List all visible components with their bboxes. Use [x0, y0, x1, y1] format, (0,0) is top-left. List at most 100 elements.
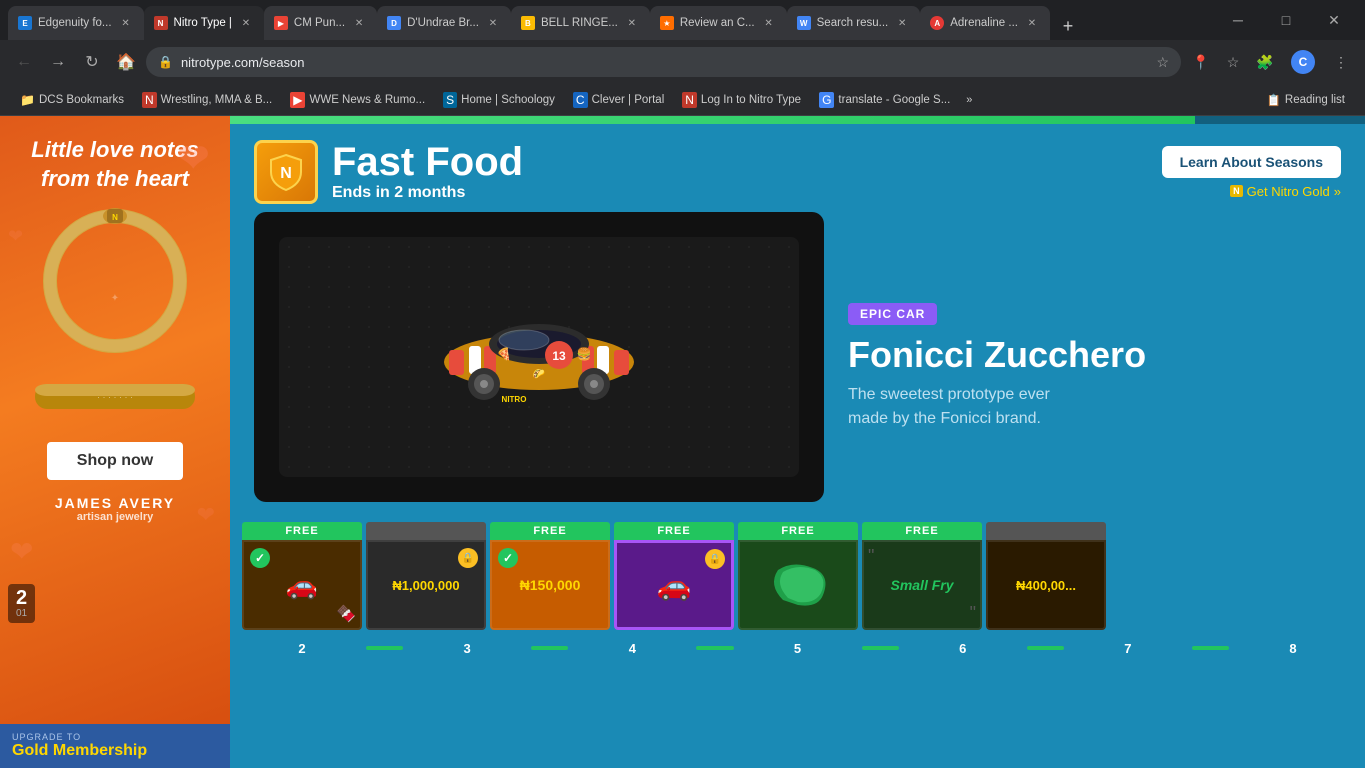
step-line-2-3: [366, 646, 403, 650]
bookmark-star-button[interactable]: ☆: [1219, 48, 1247, 76]
reviewan-favicon: ★: [660, 16, 674, 30]
reward-item-1: FREE ✓ 🚗 🍫: [242, 522, 362, 630]
tab-bar: E Edgenuity fo... ✕ N Nitro Type | ✕ ▶ C…: [0, 0, 1365, 40]
steps-strip: 2 3 4 5 6 7: [230, 630, 1365, 662]
reward-6-quote-open: ": [868, 546, 874, 567]
step-2[interactable]: 2: [242, 634, 362, 662]
season-ends: Ends in 2 months: [332, 184, 523, 202]
ad-sidebar: ❤ ❤ ❤ ❤ Little love notes from the heart…: [0, 116, 230, 768]
tab-nitrotype[interactable]: N Nitro Type | ✕: [144, 6, 264, 40]
car-showcase: 13 🍕 🍔 🌮: [230, 212, 1365, 502]
reload-button[interactable]: ↻: [78, 48, 106, 76]
tab-dundrae[interactable]: D D'Undrae Br... ✕: [377, 6, 511, 40]
tab-edgenuity[interactable]: E Edgenuity fo... ✕: [8, 6, 144, 40]
step-line-3-4: [531, 646, 568, 650]
reward-3-check-icon: ✓: [498, 548, 518, 568]
new-tab-button[interactable]: +: [1054, 12, 1082, 40]
tab-cmpunk[interactable]: ▶ CM Pun... ✕: [264, 6, 377, 40]
bookmark-wrestling[interactable]: N Wrestling, MMA & B...: [134, 88, 280, 112]
bookmarks-more-button[interactable]: »: [960, 88, 978, 112]
wrestling-icon: N: [142, 92, 157, 108]
tab-cmpunk-label: CM Pun...: [294, 17, 345, 29]
tab-cmpunk-close[interactable]: ✕: [351, 15, 367, 31]
tab-nitrotype-close[interactable]: ✕: [238, 15, 254, 31]
adrenaline-favicon: A: [930, 16, 944, 30]
step-6[interactable]: 6: [903, 634, 1023, 662]
svg-text:N: N: [280, 165, 292, 182]
blob-svg: [763, 560, 833, 610]
get-nitro-gold-link[interactable]: N Get Nitro Gold »: [1230, 184, 1341, 199]
tab-adrenaline-close[interactable]: ✕: [1024, 15, 1040, 31]
maximize-button[interactable]: □: [1263, 0, 1309, 40]
reward-item-2: 🔒 ₦1,000,000: [366, 522, 486, 630]
bookmark-wwe[interactable]: ▶ WWE News & Rumo...: [282, 88, 433, 112]
bookmark-clever[interactable]: C Clever | Portal: [565, 88, 672, 112]
tab-dundrae-close[interactable]: ✕: [485, 15, 501, 31]
upgrade-box: UPGRADE TO Gold Membership: [0, 724, 230, 768]
bookmark-clever-label: Clever | Portal: [592, 94, 665, 106]
profile-avatar[interactable]: C: [1291, 50, 1315, 74]
bookmark-nitrotype-login[interactable]: N Log In to Nitro Type: [674, 88, 809, 112]
reward-item-6: FREE " Small Fry ": [862, 522, 982, 630]
ends-in: in 2 months: [376, 184, 466, 201]
step-7-label: 7: [1124, 641, 1131, 656]
car-name: Fonicci Zucchero: [848, 335, 1341, 375]
step-4[interactable]: 4: [572, 634, 692, 662]
step-5[interactable]: 5: [738, 634, 858, 662]
ad-brand: JAMES AVERY artisan jewelry: [55, 495, 175, 523]
ring-svg: N ✦: [35, 201, 195, 361]
bookmark-schoology[interactable]: S Home | Schoology: [435, 88, 563, 112]
url-display: nitrotype.com/season: [181, 55, 1148, 70]
tab-adrenaline[interactable]: A Adrenaline ... ✕: [920, 6, 1050, 40]
extension-button[interactable]: 🧩: [1251, 48, 1279, 76]
panel-numbers: 2 01: [8, 584, 35, 623]
shop-now-button[interactable]: Shop now: [47, 442, 183, 480]
step-line-4-5: [696, 646, 733, 650]
reading-list-button[interactable]: 📋 Reading list: [1259, 88, 1353, 112]
location-button[interactable]: 📍: [1187, 48, 1215, 76]
reward-5-card[interactable]: [738, 540, 858, 630]
tab-bellringer[interactable]: B BELL RINGE... ✕: [511, 6, 650, 40]
forward-button[interactable]: →: [44, 48, 72, 76]
reward-2-lock-icon: 🔒: [458, 548, 478, 568]
address-bar[interactable]: 🔒 nitrotype.com/season ☆: [146, 47, 1181, 77]
reward-7-no-free-badge: [986, 522, 1106, 540]
tab-reviewan[interactable]: ★ Review an C... ✕: [650, 6, 787, 40]
step-line-6-7: [1027, 646, 1064, 650]
tab-reviewan-close[interactable]: ✕: [761, 15, 777, 31]
tab-searchres-close[interactable]: ✕: [894, 15, 910, 31]
reward-7-card[interactable]: ₦400,00...: [986, 540, 1106, 630]
menu-button[interactable]: ⋮: [1327, 48, 1355, 76]
tab-edgenuity-label: Edgenuity fo...: [38, 17, 112, 29]
close-button[interactable]: ✕: [1311, 0, 1357, 40]
nitro-gold-label: Get Nitro Gold: [1247, 184, 1330, 199]
step-8[interactable]: 8: [1233, 634, 1353, 662]
learn-about-seasons-button[interactable]: Learn About Seasons: [1162, 146, 1341, 178]
reward-4-card[interactable]: 🔒 🚗: [614, 540, 734, 630]
heart-decoration-2: ❤: [10, 535, 33, 568]
car-description: The sweetest prototype ever made by the …: [848, 383, 1341, 431]
car-info: EPIC CAR Fonicci Zucchero The sweetest p…: [848, 212, 1341, 502]
home-button[interactable]: 🏠: [112, 48, 140, 76]
reward-3-card[interactable]: ✓ ₦150,000: [490, 540, 610, 630]
step-7[interactable]: 7: [1068, 634, 1188, 662]
svg-text:✦: ✦: [111, 293, 119, 304]
reward-2-card[interactable]: 🔒 ₦1,000,000: [366, 540, 486, 630]
ad-brand-sub: artisan jewelry: [55, 511, 175, 523]
reward-6-card[interactable]: " Small Fry ": [862, 540, 982, 630]
tab-edgenuity-close[interactable]: ✕: [118, 15, 134, 31]
clever-icon: C: [573, 92, 588, 108]
step-3[interactable]: 3: [407, 634, 527, 662]
back-button[interactable]: ←: [10, 48, 38, 76]
minimize-button[interactable]: ─: [1215, 0, 1261, 40]
reward-1-card[interactable]: ✓ 🚗 🍫: [242, 540, 362, 630]
bellringer-favicon: B: [521, 16, 535, 30]
searchres-favicon: W: [797, 16, 811, 30]
nitro-gold-n-icon: N: [1230, 185, 1243, 197]
star-icon[interactable]: ☆: [1156, 54, 1169, 71]
tab-searchres[interactable]: W Search resu... ✕: [787, 6, 921, 40]
tab-bellringer-close[interactable]: ✕: [624, 15, 640, 31]
svg-text:13: 13: [552, 349, 566, 363]
bookmark-dcs[interactable]: 📁 DCS Bookmarks: [12, 88, 132, 112]
bookmark-translate[interactable]: G translate - Google S...: [811, 88, 958, 112]
